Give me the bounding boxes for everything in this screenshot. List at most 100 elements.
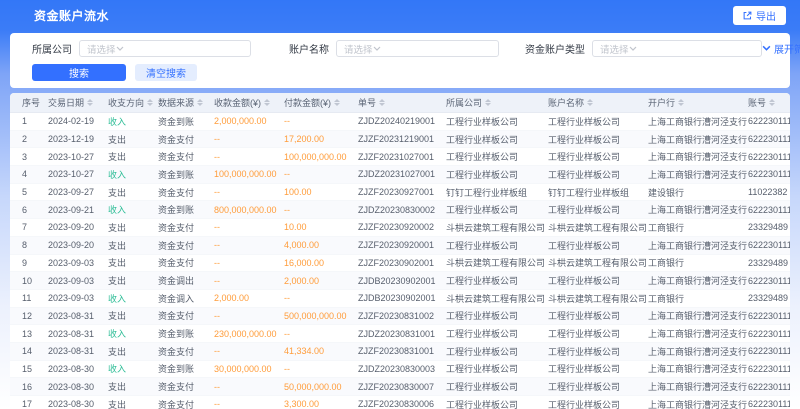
cell: 上海工商银行漕河泾支行 [648,168,748,181]
cell: 资金支付 [158,398,214,409]
account-name-filter-placeholder: 请选择 [344,42,373,56]
column-header-3[interactable]: 数据来源 [158,96,214,109]
sort-icon[interactable] [678,99,684,106]
cell: 工程行业样板公司 [446,168,548,181]
column-header-4[interactable]: 收款金额(¥) [214,96,284,109]
expand-filters-label: 展开筛选 [774,41,800,56]
cell: 23329489 [748,293,790,303]
cell: 8 [22,240,48,250]
column-label: 所属公司 [446,96,482,109]
cell: ZJZF20230831001 [358,346,446,356]
amount-cell: 16,000.00 [284,258,358,268]
chevron-down-icon [629,46,637,51]
account-name-filter-select[interactable]: 请选择 [336,40,499,57]
sort-icon[interactable] [87,99,93,106]
amount-cell: -- [214,134,284,144]
sort-icon[interactable] [769,99,775,106]
column-header-8[interactable]: 账户名称 [548,96,648,109]
amount-cell: -- [284,364,358,374]
clear-search-button[interactable]: 清空搜索 [135,64,197,81]
chevron-down-icon [762,43,771,54]
amount-cell: 500,000,000.00 [284,311,358,321]
sort-icon[interactable] [264,99,270,106]
cell: 资金支付 [158,345,214,358]
amount-cell: 230,000,000.00 [214,329,284,339]
cell: 2023-08-31 [48,311,108,321]
cell: 上海工商银行漕河泾支行 [648,203,748,216]
table-row: 92023-09-03支出资金支付--16,000.00ZJZF20230902… [10,255,790,273]
company-filter-select[interactable]: 请选择 [79,40,251,57]
cell: 622230111 [748,346,790,356]
export-button[interactable]: 导出 [733,6,786,25]
column-header-2[interactable]: 收支方向 [108,96,158,109]
cell: 工程行业样板公司 [548,150,648,163]
column-header-5[interactable]: 付款金额(¥) [284,96,358,109]
cell: 15 [22,364,48,374]
cell: 2023-08-31 [48,329,108,339]
column-header-10[interactable]: 账号 [748,96,790,109]
cell: 上海工商银行漕河泾支行 [648,133,748,146]
cell: 工程行业样板公司 [548,309,648,322]
amount-cell: -- [214,187,284,197]
amount-cell: 800,000,000.00 [214,205,284,215]
sort-icon[interactable] [197,99,203,106]
column-label: 付款金额(¥) [284,96,331,109]
column-header-9[interactable]: 开户行 [648,96,748,109]
direction-cell: 支出 [108,398,158,409]
company-filter-placeholder: 请选择 [87,42,116,56]
cell: 7 [22,222,48,232]
cell: 622230111 [748,240,790,250]
expand-filters-link[interactable]: 展开筛选 [762,41,800,56]
column-label: 交易日期 [48,96,84,109]
sort-icon[interactable] [379,99,385,106]
cell: ZJZF20230920001 [358,240,446,250]
search-button[interactable]: 搜索 [32,64,126,81]
cell: 2 [22,134,48,144]
direction-cell: 支出 [108,221,158,234]
cell: 斗栱云建筑工程有限公司 [548,221,648,234]
direction-cell: 支出 [108,380,158,393]
cell: 工程行业样板公司 [548,115,648,128]
cell: 622230111 [748,329,790,339]
cell: 3 [22,152,48,162]
table-row: 132023-08-31收入资金到账230,000,000.00--ZJDZ20… [10,325,790,343]
cell: 资金支付 [158,256,214,269]
amount-cell: -- [214,311,284,321]
column-header-6[interactable]: 单号 [358,96,446,109]
filter-field-account-name: 账户名称 请选择 [289,40,499,57]
page-title: 资金账户流水 [34,7,109,24]
cell: 14 [22,346,48,356]
account-type-filter-label: 资金账户类型 [525,41,585,56]
direction-cell: 收入 [108,292,158,305]
cell: ZJDZ20230830003 [358,364,446,374]
cell: ZJDZ20230830002 [358,205,446,215]
table-row: 82023-09-20支出资金支付--4,000.00ZJZF202309200… [10,237,790,255]
company-filter-label: 所属公司 [32,41,72,56]
amount-cell: 100,000,000.00 [214,169,284,179]
cell: ZJDB20230902001 [358,293,446,303]
column-header-1[interactable]: 交易日期 [48,96,108,109]
cell: 上海工商银行漕河泾支行 [648,309,748,322]
cell: 斗栱云建筑工程有限公司 [446,221,548,234]
sort-icon[interactable] [147,99,153,106]
amount-cell: 50,000,000.00 [284,382,358,392]
cell: 斗栱云建筑工程有限公司 [446,256,548,269]
cell: 工程行业样板公司 [446,150,548,163]
sort-icon[interactable] [334,99,340,106]
direction-cell: 支出 [108,309,158,322]
column-header-7[interactable]: 所属公司 [446,96,548,109]
sort-icon[interactable] [485,99,491,106]
cell: ZJZF20231027001 [358,152,446,162]
sort-icon[interactable] [587,99,593,106]
chevron-down-icon [116,46,124,51]
cell: 工程行业样板公司 [548,168,648,181]
cell: 资金支付 [158,380,214,393]
cell: 上海工商银行漕河泾支行 [648,274,748,287]
table-row: 32023-10-27支出资金支付--100,000,000.00ZJZF202… [10,148,790,166]
cell: 622230111 [748,364,790,374]
cell: 工程行业样板公司 [548,327,648,340]
cell: 2023-08-30 [48,382,108,392]
account-type-filter-select[interactable]: 请选择 [592,40,762,57]
table-row: 152023-08-30收入资金到账30,000,000.00--ZJDZ202… [10,361,790,379]
cell: 622230111 [748,152,790,162]
